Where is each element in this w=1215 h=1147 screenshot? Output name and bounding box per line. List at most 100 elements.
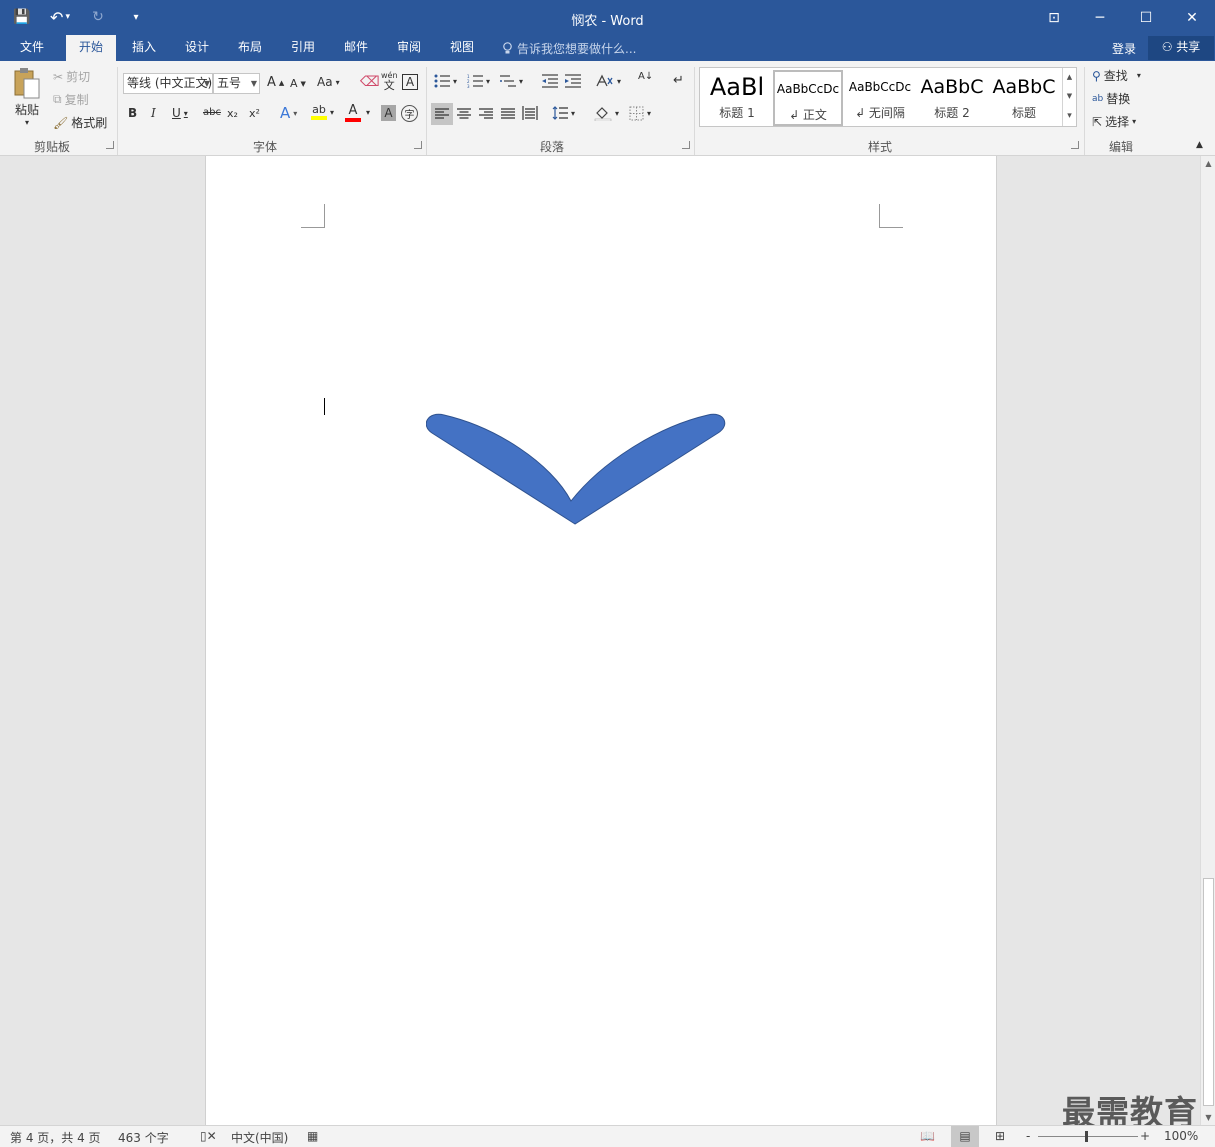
align-left-button[interactable]	[431, 103, 453, 125]
character-shading-button[interactable]: A	[381, 105, 396, 121]
underline-button[interactable]: U ▾	[172, 106, 188, 120]
font-size-value: 五号	[217, 76, 242, 90]
style-no-spacing[interactable]: AaBbCcDc ↲ 无间隔	[845, 70, 915, 126]
find-button[interactable]: ⚲ 查找 ▾	[1092, 67, 1141, 84]
copy-button[interactable]: ⧉ 复制	[53, 91, 89, 108]
web-layout-icon[interactable]: ⊞	[995, 1129, 1005, 1143]
tell-me-text: 告诉我您想要做什么...	[517, 42, 637, 56]
scroll-up-icon[interactable]: ▲	[1067, 73, 1072, 81]
zoom-slider-thumb[interactable]	[1085, 1131, 1088, 1142]
tab-design[interactable]: 设计	[175, 35, 219, 61]
character-border-button[interactable]: A	[402, 74, 418, 90]
shading-button[interactable]: ▾	[594, 105, 619, 121]
tab-review[interactable]: 审阅	[387, 35, 431, 61]
text-effects-button[interactable]: A ▾	[280, 104, 297, 122]
paste-button[interactable]: 粘贴 ▾	[12, 67, 42, 127]
maximize-button[interactable]: ☐	[1123, 0, 1169, 35]
borders-button[interactable]: ▾	[629, 106, 651, 121]
shape-path[interactable]	[426, 413, 726, 525]
styles-launcher-icon[interactable]	[1071, 141, 1079, 149]
show-hide-marks-button[interactable]: ↵	[673, 73, 684, 88]
sign-in-link[interactable]: 登录	[1112, 40, 1136, 57]
font-color-button[interactable]: A	[345, 103, 361, 122]
italic-button[interactable]: I	[151, 106, 156, 120]
paragraph-launcher-icon[interactable]	[682, 141, 690, 149]
tab-mailings[interactable]: 邮件	[334, 35, 378, 61]
scroll-up-arrow-icon[interactable]: ▲	[1201, 156, 1215, 171]
tab-file[interactable]: 文件	[8, 35, 56, 61]
font-launcher-icon[interactable]	[414, 141, 422, 149]
highlight-dropdown-icon[interactable]: ▾	[330, 108, 334, 117]
ribbon-display-options-icon[interactable]: ⊡	[1031, 0, 1077, 35]
format-painter-button[interactable]: 🖌 格式刷	[53, 114, 107, 131]
page-count[interactable]: 第 4 页，共 4 页	[10, 1129, 101, 1146]
moon-shape[interactable]	[426, 411, 726, 531]
grow-font-icon: A	[267, 75, 276, 90]
align-left-icon	[435, 108, 449, 119]
zoom-in-button[interactable]: +	[1140, 1129, 1150, 1143]
bullets-button[interactable]: ▾	[434, 74, 457, 88]
change-case-icon: Aa	[317, 75, 333, 89]
font-name-combo[interactable]: 等线 (中文正文) ▼	[123, 73, 213, 94]
styles-more-icon[interactable]: ▾	[1067, 111, 1072, 121]
replace-button[interactable]: ab 替换	[1092, 90, 1130, 107]
phonetic-guide-char: 文	[383, 79, 395, 92]
align-center-button[interactable]	[457, 108, 471, 120]
increase-indent-button[interactable]	[565, 74, 581, 88]
font-size-combo[interactable]: 五号 ▼	[213, 73, 260, 94]
chinese-layout-button[interactable]: ▾	[596, 74, 621, 88]
distributed-button[interactable]	[522, 106, 538, 120]
style-title[interactable]: AaBbC 标题	[989, 70, 1059, 126]
style-heading-2[interactable]: AaBbC 标题 2	[917, 70, 987, 126]
word-count[interactable]: 463 个字	[118, 1129, 169, 1146]
clear-formatting-button[interactable]: ⌫	[360, 74, 380, 90]
proofing-icon[interactable]: ▯✕	[200, 1129, 217, 1143]
strikethrough-button[interactable]: abc	[203, 107, 221, 118]
tab-view[interactable]: 视图	[440, 35, 484, 61]
tell-me-search[interactable]: 告诉我您想要做什么...	[502, 40, 636, 57]
collapse-ribbon-icon[interactable]: ▲	[1196, 140, 1203, 150]
close-button[interactable]: ✕	[1169, 0, 1215, 35]
vertical-scrollbar[interactable]: ▲ ▼	[1200, 156, 1215, 1125]
minimize-button[interactable]: ─	[1077, 0, 1123, 35]
document-page[interactable]	[205, 156, 997, 1125]
style-normal[interactable]: AaBbCcDc ↲ 正文	[773, 70, 843, 126]
phonetic-guide-button[interactable]: wén 文	[381, 71, 398, 91]
zoom-out-button[interactable]: -	[1026, 1129, 1030, 1143]
language-indicator[interactable]: 中文(中国)	[231, 1129, 288, 1146]
multilevel-list-button[interactable]: ▾	[500, 74, 523, 88]
grow-font-button[interactable]: A ▲	[267, 75, 284, 90]
change-case-button[interactable]: Aa ▾	[317, 75, 340, 89]
cut-button[interactable]: ✂ 剪切	[53, 68, 90, 85]
superscript-button[interactable]: x²	[249, 107, 260, 120]
read-mode-icon[interactable]: 📖	[920, 1129, 935, 1143]
select-button[interactable]: ⇱ 选择 ▾	[1092, 113, 1136, 130]
tab-layout[interactable]: 布局	[228, 35, 272, 61]
subscript-button[interactable]: x₂	[227, 107, 238, 120]
highlight-button[interactable]: ab	[311, 103, 327, 120]
justify-button[interactable]	[501, 108, 515, 120]
scroll-down-arrow-icon[interactable]: ▼	[1201, 1110, 1215, 1125]
decrease-indent-button[interactable]	[542, 74, 558, 88]
style-heading-1[interactable]: AaBl 标题 1	[702, 70, 772, 126]
scroll-thumb[interactable]	[1203, 878, 1214, 1106]
share-button[interactable]: ⚇ 共享	[1148, 36, 1214, 60]
line-spacing-button[interactable]: ▾	[552, 106, 575, 120]
tab-references[interactable]: 引用	[281, 35, 325, 61]
clipboard-launcher-icon[interactable]	[106, 141, 114, 149]
tab-insert[interactable]: 插入	[122, 35, 166, 61]
enclose-characters-button[interactable]: 字	[401, 105, 418, 122]
sort-button[interactable]: A↓	[638, 72, 653, 82]
zoom-slider-track[interactable]	[1038, 1136, 1138, 1137]
numbering-button[interactable]: 1 2 3 ▾	[467, 74, 490, 88]
font-color-dropdown-icon[interactable]: ▾	[366, 108, 370, 117]
zoom-level[interactable]: 100%	[1164, 1129, 1198, 1143]
font-color-swatch	[345, 118, 361, 122]
macro-record-icon[interactable]: ▦	[307, 1129, 318, 1143]
shrink-font-button[interactable]: A ▼	[290, 77, 306, 90]
bold-button[interactable]: B	[128, 106, 137, 120]
print-layout-icon[interactable]: ▤	[951, 1126, 979, 1147]
align-right-button[interactable]	[479, 108, 493, 120]
scroll-down-icon[interactable]: ▼	[1067, 92, 1072, 100]
tab-home[interactable]: 开始	[66, 35, 116, 62]
